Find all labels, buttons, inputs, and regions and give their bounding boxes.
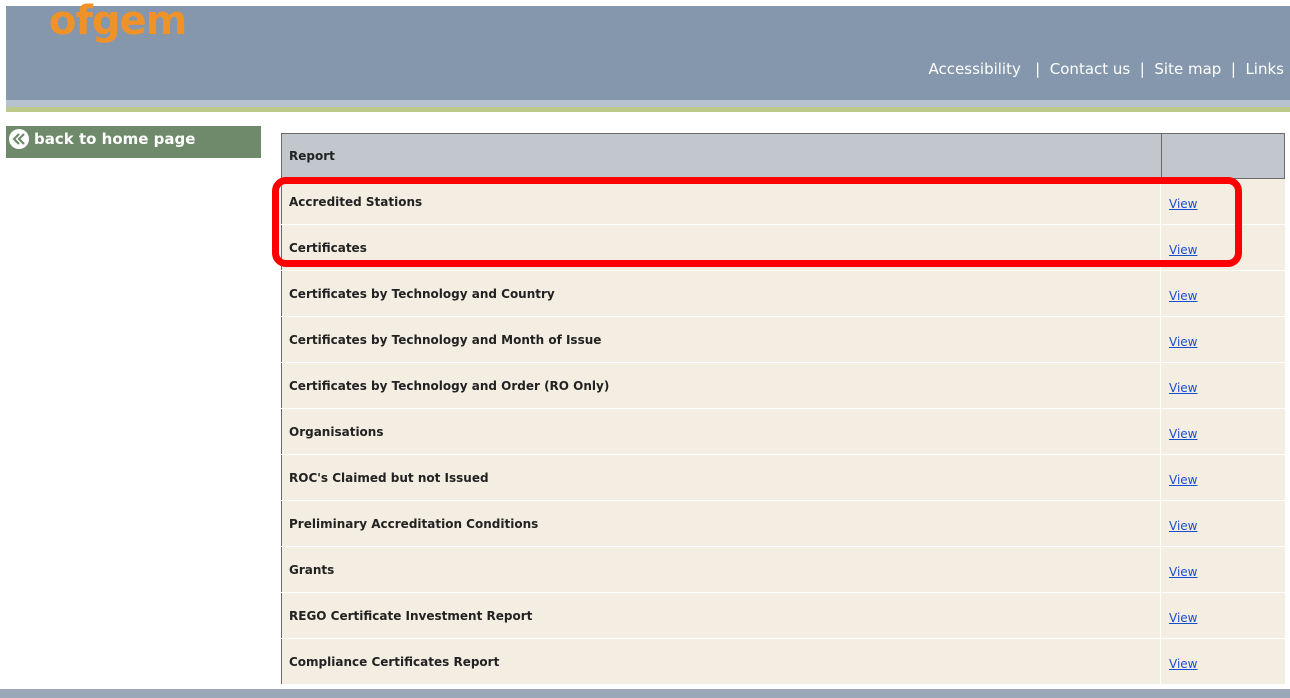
table-header-row: Report (281, 133, 1285, 179)
report-name: Compliance Certificates Report (281, 639, 1161, 684)
accessibility-link[interactable]: Accessibility (929, 60, 1021, 78)
report-name: Organisations (281, 409, 1161, 454)
report-cell-action: View (1161, 501, 1285, 546)
table-row: ROC's Claimed but not Issued View (281, 455, 1285, 501)
table-row: Accredited Stations View (281, 179, 1285, 225)
double-chevron-left-icon (9, 129, 29, 149)
link-separator: | (1226, 60, 1241, 78)
view-link[interactable]: View (1169, 519, 1197, 533)
header-accent-stripe (6, 107, 1290, 112)
view-link[interactable]: View (1169, 335, 1197, 349)
report-name: ROC's Claimed but not Issued (281, 455, 1161, 500)
back-to-home-label: back to home page (34, 130, 196, 148)
site-map-link[interactable]: Site map (1154, 60, 1221, 78)
table-row: REGO Certificate Investment Report View (281, 593, 1285, 639)
ofgem-logo[interactable]: ofgem (49, 0, 187, 44)
table-row: Certificates by Technology and Order (RO… (281, 363, 1285, 409)
table-row: Grants View (281, 547, 1285, 593)
report-cell-action: View (1161, 317, 1285, 362)
view-link[interactable]: View (1169, 289, 1197, 303)
report-name: REGO Certificate Investment Report (281, 593, 1161, 638)
report-cell-action: View (1161, 179, 1285, 224)
report-name: Certificates by Technology and Month of … (281, 317, 1161, 362)
view-link[interactable]: View (1169, 197, 1197, 211)
view-link[interactable]: View (1169, 243, 1197, 257)
report-cell-action: View (1161, 547, 1285, 592)
report-cell-action: View (1161, 225, 1285, 270)
link-separator: | (1135, 60, 1150, 78)
view-link[interactable]: View (1169, 565, 1197, 579)
table-row: Organisations View (281, 409, 1285, 455)
report-cell-action: View (1161, 455, 1285, 500)
report-name: Accredited Stations (281, 179, 1161, 224)
contact-us-link[interactable]: Contact us (1050, 60, 1130, 78)
report-column-header: Report (282, 134, 1162, 178)
view-link[interactable]: View (1169, 427, 1197, 441)
table-row: Preliminary Accreditation Conditions Vie… (281, 501, 1285, 547)
site-footer (0, 689, 1290, 698)
report-cell-action: View (1161, 363, 1285, 408)
view-link[interactable]: View (1169, 381, 1197, 395)
report-name: Certificates (281, 225, 1161, 270)
view-link[interactable]: View (1169, 611, 1197, 625)
view-link[interactable]: View (1169, 473, 1197, 487)
report-cell-action: View (1161, 409, 1285, 454)
reports-table: Report Accredited Stations View Certific… (281, 133, 1285, 685)
link-separator: | (1025, 60, 1045, 78)
report-name: Preliminary Accreditation Conditions (281, 501, 1161, 546)
table-row: Certificates by Technology and Month of … (281, 317, 1285, 363)
back-to-home-button[interactable]: back to home page (6, 126, 261, 158)
header-divider (6, 100, 1290, 107)
site-header: ofgem Accessibility | Contact us | Site … (6, 0, 1290, 100)
action-column-header (1162, 134, 1284, 178)
table-row: Certificates by Technology and Country V… (281, 271, 1285, 317)
view-link[interactable]: View (1169, 657, 1197, 671)
report-cell-action: View (1161, 271, 1285, 316)
top-links: Accessibility | Contact us | Site map | … (929, 60, 1284, 78)
report-name: Certificates by Technology and Country (281, 271, 1161, 316)
report-cell-action: View (1161, 639, 1285, 684)
report-cell-action: View (1161, 593, 1285, 638)
links-link[interactable]: Links (1245, 60, 1284, 78)
table-row: Certificates View (281, 225, 1285, 271)
report-name: Certificates by Technology and Order (RO… (281, 363, 1161, 408)
report-name: Grants (281, 547, 1161, 592)
table-row: Compliance Certificates Report View (281, 639, 1285, 685)
